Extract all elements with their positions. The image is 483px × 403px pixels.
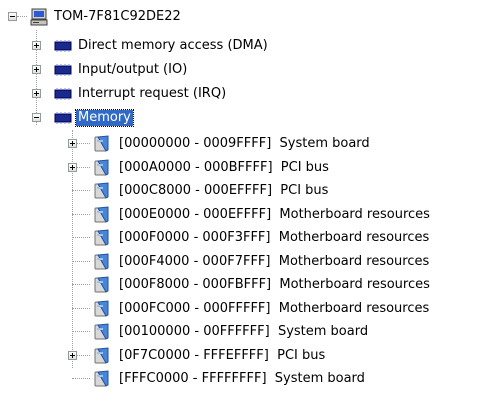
chip-icon: [54, 40, 72, 52]
memory-range-item[interactable]: [0F7C0000 - FFFEFFFF] PCI bus: [0, 345, 483, 367]
memory-range-item[interactable]: [000F0000 - 000F3FFF] Motherboard resour…: [0, 227, 483, 249]
memory-range-label[interactable]: [000A0000 - 000BFFFF] PCI bus: [117, 160, 331, 176]
category-label[interactable]: Interrupt request (IRQ): [76, 86, 228, 102]
collapse-toggle[interactable]: [8, 12, 17, 21]
memory-range-item[interactable]: [000FC000 - 000FFFFF] Motherboard resour…: [0, 298, 483, 320]
collapse-toggle[interactable]: [32, 113, 41, 122]
device-icon: [94, 370, 109, 387]
expand-toggle[interactable]: [32, 65, 41, 74]
chip-icon: [54, 112, 72, 124]
device-icon: [94, 159, 109, 176]
memory-range-label[interactable]: [000F4000 - 000F7FFF] Motherboard resour…: [117, 254, 431, 270]
memory-range-label[interactable]: [000E0000 - 000EFFFF] Motherboard resour…: [117, 207, 432, 223]
memory-range-label[interactable]: [0F7C0000 - FFFEFFFF] PCI bus: [117, 348, 327, 364]
memory-range-item[interactable]: [000F4000 - 000F7FFF] Motherboard resour…: [0, 251, 483, 273]
device-icon: [94, 182, 109, 199]
expand-toggle[interactable]: [68, 163, 77, 172]
tree-connector: [72, 284, 90, 285]
tree-node-io[interactable]: Input/output (IO): [0, 59, 300, 81]
device-icon: [94, 323, 109, 340]
device-icon: [94, 347, 109, 364]
expand-toggle[interactable]: [32, 89, 41, 98]
memory-range-item[interactable]: [000F8000 - 000FBFFF] Motherboard resour…: [0, 274, 483, 296]
memory-range-label[interactable]: [000FC000 - 000FFFFF] Motherboard resour…: [117, 301, 431, 317]
tree-node-dma[interactable]: Direct memory access (DMA): [0, 35, 340, 57]
memory-range-label[interactable]: [000F0000 - 000F3FFF] Motherboard resour…: [117, 230, 431, 246]
tree-connector: [72, 261, 90, 262]
memory-range-item[interactable]: [FFFC0000 - FFFFFFFF] System board: [0, 368, 483, 390]
tree-connector: [72, 214, 90, 215]
device-icon: [94, 276, 109, 293]
tree-connector: [72, 308, 90, 309]
expand-toggle[interactable]: [32, 41, 41, 50]
tree-node-memory[interactable]: Memory: [0, 107, 200, 129]
device-icon: [94, 135, 109, 152]
expand-toggle[interactable]: [68, 351, 77, 360]
tree-node-irq[interactable]: Interrupt request (IRQ): [0, 83, 320, 105]
tree-node-computer[interactable]: TOM-7F81C92DE22: [0, 6, 300, 28]
memory-range-item[interactable]: [000A0000 - 000BFFFF] PCI bus: [0, 157, 483, 179]
expand-toggle[interactable]: [68, 139, 77, 148]
memory-range-item[interactable]: [00100000 - 00FFFFFF] System board: [0, 321, 483, 343]
device-resource-tree[interactable]: TOM-7F81C92DE22 Direct memory access (DM…: [0, 0, 483, 403]
device-icon: [94, 206, 109, 223]
memory-range-label[interactable]: [000F8000 - 000FBFFF] Motherboard resour…: [117, 277, 432, 293]
category-label-selected[interactable]: Memory: [75, 109, 134, 127]
memory-range-item[interactable]: [000E0000 - 000EFFFF] Motherboard resour…: [0, 204, 483, 226]
memory-range-label[interactable]: [000C8000 - 000EFFFF] PCI bus: [117, 183, 330, 199]
computer-name[interactable]: TOM-7F81C92DE22: [52, 9, 183, 25]
chip-icon: [54, 88, 72, 100]
tree-connector: [72, 190, 90, 191]
tree-connector: [72, 237, 90, 238]
memory-range-label[interactable]: [FFFC0000 - FFFFFFFF] System board: [117, 371, 367, 387]
tree-connector: [72, 378, 90, 379]
memory-range-label[interactable]: [00000000 - 0009FFFF] System board: [117, 136, 372, 152]
chip-icon: [54, 64, 72, 76]
device-icon: [94, 229, 109, 246]
category-label[interactable]: Input/output (IO): [76, 62, 189, 78]
memory-range-item[interactable]: [00000000 - 0009FFFF] System board: [0, 133, 483, 155]
category-label[interactable]: Direct memory access (DMA): [76, 38, 270, 54]
computer-icon: [30, 8, 48, 26]
memory-range-item[interactable]: [000C8000 - 000EFFFF] PCI bus: [0, 180, 483, 202]
device-icon: [94, 253, 109, 270]
device-icon: [94, 300, 109, 317]
tree-connector: [72, 331, 90, 332]
tree-connector: [17, 16, 27, 17]
memory-range-label[interactable]: [00100000 - 00FFFFFF] System board: [117, 324, 370, 340]
